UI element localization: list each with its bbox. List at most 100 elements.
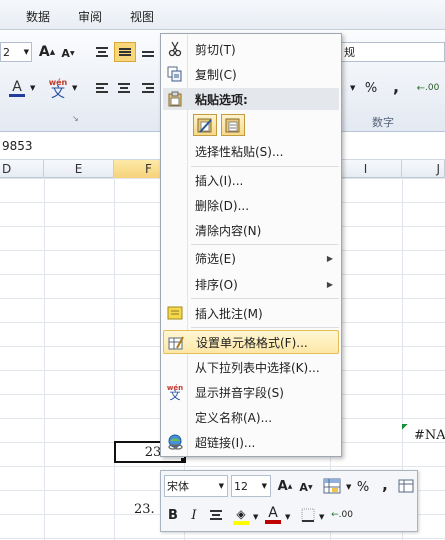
align-middle-icon: [119, 48, 131, 56]
dialog-launcher-icon[interactable]: ↘: [72, 114, 79, 123]
cell-value[interactable]: 23.: [134, 502, 155, 517]
menu-item-sort[interactable]: 排序(O) ▶: [163, 272, 339, 296]
error-cell-value[interactable]: #NAM: [414, 428, 445, 443]
align-center-button[interactable]: [114, 78, 134, 98]
mini-font-size-value: 12: [234, 479, 248, 493]
align-middle-button[interactable]: [114, 42, 136, 62]
chevron-down-icon: ▼: [218, 482, 224, 490]
mini-font-color-button[interactable]: A: [263, 504, 283, 526]
fill-bucket-icon: ◈: [236, 506, 246, 521]
mini-fill-color-button[interactable]: ◈: [231, 505, 251, 527]
mini-format-painter-button[interactable]: [395, 475, 417, 497]
paste-brush-icon: [197, 118, 212, 133]
number-group-label: 数字: [372, 116, 394, 129]
menu-item-pick-from-list[interactable]: 从下拉列表中选择(K)...: [163, 355, 339, 379]
mini-bold-button[interactable]: B: [164, 505, 182, 525]
chevron-down-icon[interactable]: ▼: [72, 84, 77, 92]
menu-item-cut[interactable]: 剪切(T): [163, 37, 339, 61]
format-cells-icon: [167, 335, 185, 351]
menu-separator: [191, 166, 339, 167]
chevron-down-icon: ▼: [261, 482, 267, 490]
formula-bar-value: 9853: [2, 139, 33, 153]
align-bottom-icon: [142, 51, 154, 57]
menu-item-hyperlink[interactable]: 超链接(I)...: [163, 430, 339, 454]
mini-decimal-button[interactable]: ← .00: [329, 505, 355, 525]
chevron-down-icon[interactable]: ▼: [350, 84, 355, 92]
comment-icon: [166, 305, 184, 321]
align-left-button[interactable]: [92, 78, 112, 98]
chevron-down-icon[interactable]: ▼: [346, 483, 351, 491]
chevron-down-icon[interactable]: ▼: [30, 84, 35, 92]
grow-font-button[interactable]: A ▲: [38, 42, 56, 62]
column-header-j[interactable]: J: [402, 160, 445, 178]
increase-decimal-button[interactable]: ← .00: [414, 78, 442, 98]
font-size-dropdown[interactable]: 2 ▼: [0, 42, 32, 62]
grid-line: [44, 178, 45, 540]
number-format-value: 规: [344, 46, 355, 59]
mini-font-name-dropdown[interactable]: 宋体 ▼: [164, 475, 228, 497]
mini-borders-button[interactable]: [299, 505, 317, 525]
percent-style-button[interactable]: %: [362, 78, 380, 98]
font-color-button[interactable]: A: [6, 76, 28, 100]
scissors-icon: [166, 41, 184, 57]
submenu-arrow-icon: ▶: [326, 279, 333, 289]
column-header-d[interactable]: D: [0, 160, 44, 178]
paste-values-icon: [225, 118, 240, 133]
phonetic-icon: wén 文: [166, 384, 184, 402]
menu-item-insert-comment[interactable]: 插入批注(M): [163, 301, 339, 325]
arrow-left-icon: ←: [331, 510, 339, 520]
ribbon-tab-bar: 数据 审阅 视图: [0, 0, 445, 30]
align-bottom-button[interactable]: [138, 42, 158, 62]
tab-view[interactable]: 视图: [130, 8, 154, 25]
menu-separator: [191, 298, 339, 299]
align-left-icon: [96, 83, 108, 93]
paste-button[interactable]: [193, 114, 217, 136]
mini-comma-button[interactable]: ,: [379, 475, 391, 495]
number-format-dropdown[interactable]: 规: [342, 42, 445, 62]
menu-item-clear-contents[interactable]: 清除内容(N): [163, 218, 339, 242]
mini-percent-button[interactable]: %: [355, 477, 371, 497]
menu-separator: [191, 244, 339, 245]
align-top-button[interactable]: [92, 42, 112, 62]
mini-grow-font-button[interactable]: A ▲: [275, 476, 295, 496]
chevron-down-icon[interactable]: ▼: [319, 513, 324, 521]
font-color-bar: [9, 93, 25, 97]
menu-item-filter[interactable]: 筛选(E) ▶: [163, 246, 339, 270]
tab-data[interactable]: 数据: [26, 8, 50, 25]
tab-review[interactable]: 审阅: [78, 8, 102, 25]
format-painter-icon: [398, 479, 414, 493]
chevron-down-icon: ▼: [23, 48, 29, 56]
menu-item-define-name[interactable]: 定义名称(A)...: [163, 405, 339, 429]
context-menu: 剪切(T) 复制(C) 粘贴选项: 选择性粘贴(S)... 插入(I)... 删…: [160, 33, 342, 457]
fill-handle[interactable]: [181, 458, 186, 463]
comma-style-button[interactable]: ,: [388, 76, 404, 96]
menu-item-show-phonetic[interactable]: wén 文 显示拼音字段(S): [163, 380, 339, 404]
paste-values-button[interactable]: [221, 114, 245, 136]
submenu-arrow-icon: ▶: [326, 253, 333, 263]
mini-cell-styles-button[interactable]: [319, 475, 345, 497]
shrink-font-button[interactable]: A ▼: [60, 44, 76, 62]
menu-item-delete[interactable]: 删除(D)...: [163, 193, 339, 217]
chevron-down-icon[interactable]: ▼: [285, 513, 290, 521]
arrow-left-icon: ←: [416, 82, 426, 94]
align-center-icon: [210, 510, 222, 520]
mini-center-button[interactable]: [206, 505, 226, 525]
chevron-down-icon[interactable]: ▼: [253, 513, 258, 521]
menu-item-insert[interactable]: 插入(I)...: [163, 168, 339, 192]
mini-toolbar: 宋体 ▼ 12 ▼ A ▲ A ▼ ▼ % , B I ◈ ▼ A ▼ ▼ ← .00: [160, 470, 418, 532]
menu-item-format-cells[interactable]: 设置单元格格式(F)...: [163, 330, 339, 354]
error-indicator-icon: [402, 424, 408, 430]
phonetic-guide-button[interactable]: wén 文: [46, 74, 70, 102]
mini-font-name-value: 宋体: [167, 480, 189, 493]
align-right-button[interactable]: [138, 78, 158, 98]
menu-item-paste-special[interactable]: 选择性粘贴(S)...: [163, 139, 339, 163]
mini-shrink-font-button[interactable]: A ▼: [297, 477, 315, 497]
font-color-bar: [265, 520, 281, 524]
hyperlink-icon: [166, 434, 184, 450]
column-header-e[interactable]: E: [44, 160, 114, 178]
mini-font-size-dropdown[interactable]: 12 ▼: [231, 475, 271, 497]
mini-italic-button[interactable]: I: [185, 505, 203, 525]
menu-item-copy[interactable]: 复制(C): [163, 62, 339, 86]
paste-options-header: 粘贴选项:: [163, 88, 339, 110]
menu-separator: [191, 327, 339, 328]
